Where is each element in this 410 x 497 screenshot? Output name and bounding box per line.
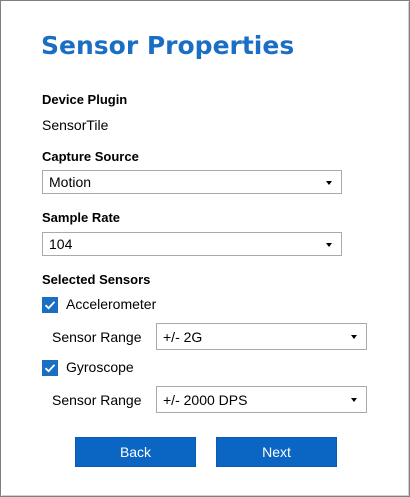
checkmark-icon xyxy=(44,301,56,310)
chevron-down-icon xyxy=(351,335,357,339)
gyroscope-range-selected: +/- 2000 DPS xyxy=(163,392,248,408)
device-plugin-value: SensorTile xyxy=(42,117,109,133)
capture-source-select[interactable]: Motion xyxy=(42,170,342,194)
accelerometer-range-label: Sensor Range xyxy=(52,329,142,345)
gyroscope-range-select[interactable]: +/- 2000 DPS xyxy=(156,386,367,413)
chevron-down-icon xyxy=(326,181,332,185)
capture-source-selected: Motion xyxy=(49,174,92,190)
chevron-down-icon xyxy=(326,243,332,247)
sample-rate-select[interactable]: 104 xyxy=(42,232,342,256)
device-plugin-label: Device Plugin xyxy=(42,92,128,107)
next-button[interactable]: Next xyxy=(216,437,337,467)
page-title: Sensor Properties xyxy=(41,31,295,60)
back-button[interactable]: Back xyxy=(75,437,196,467)
accelerometer-checkbox[interactable] xyxy=(42,297,58,313)
capture-source-label: Capture Source xyxy=(42,149,139,164)
selected-sensors-label: Selected Sensors xyxy=(42,272,151,287)
accelerometer-label: Accelerometer xyxy=(66,296,157,312)
accelerometer-range-select[interactable]: +/- 2G xyxy=(156,323,367,350)
sample-rate-label: Sample Rate xyxy=(42,210,121,225)
checkmark-icon xyxy=(44,364,56,373)
gyroscope-label: Gyroscope xyxy=(66,359,134,375)
gyroscope-checkbox[interactable] xyxy=(42,360,58,376)
accelerometer-checkbox-row[interactable]: Accelerometer xyxy=(42,296,242,315)
chevron-down-icon xyxy=(351,398,357,402)
sensor-properties-dialog: Sensor Properties Device Plugin SensorTi… xyxy=(0,0,410,497)
sample-rate-selected: 104 xyxy=(49,236,73,252)
gyroscope-checkbox-row[interactable]: Gyroscope xyxy=(42,359,242,378)
gyroscope-range-label: Sensor Range xyxy=(52,392,142,408)
accelerometer-range-selected: +/- 2G xyxy=(163,329,203,345)
